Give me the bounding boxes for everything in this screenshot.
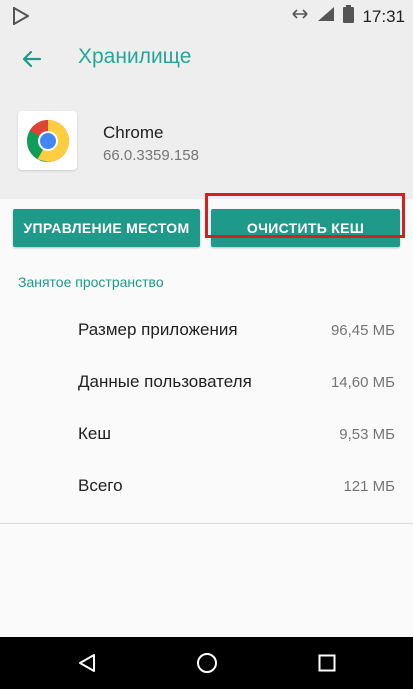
home-circle-icon[interactable] — [195, 651, 219, 675]
row-label: Размер приложения — [78, 320, 238, 339]
row-value: 9,53 МБ — [339, 426, 395, 443]
actions-bar: УПРАВЛЕНИЕ МЕСТОМ ОЧИСТИТЬ КЕШ — [0, 199, 413, 269]
app-header: Хранилище Chrome 66.0.3359.158 — [0, 31, 413, 199]
chrome-icon — [18, 111, 77, 170]
recents-square-icon[interactable] — [315, 651, 339, 675]
divider — [0, 523, 413, 524]
row-value: 121 МБ — [343, 478, 395, 495]
status-time: 17:31 — [362, 6, 405, 26]
data-arrows-icon — [291, 7, 309, 26]
row-label: Данные пользователя — [78, 372, 252, 391]
storage-row-total: Всего 121 МБ — [0, 460, 413, 512]
app-name: Chrome — [103, 123, 164, 142]
back-triangle-icon[interactable] — [75, 651, 99, 675]
row-value: 96,45 МБ — [330, 322, 395, 339]
row-value: 14,60 МБ — [330, 374, 395, 391]
play-store-icon — [13, 6, 31, 30]
storage-row-app-size: Размер приложения 96,45 МБ — [0, 304, 413, 356]
page-title: Хранилище — [78, 45, 192, 68]
row-label: Всего — [78, 476, 123, 495]
app-version: 66.0.3359.158 — [103, 147, 199, 164]
battery-icon — [343, 5, 355, 28]
storage-row-user-data: Данные пользователя 14,60 МБ — [0, 356, 413, 408]
section-title: Занятое пространство — [18, 274, 164, 290]
back-arrow-icon[interactable] — [18, 45, 46, 73]
row-label: Кеш — [78, 424, 111, 443]
storage-row-cache: Кеш 9,53 МБ — [0, 408, 413, 460]
clear-cache-button[interactable]: ОЧИСТИТЬ КЕШ — [211, 209, 400, 247]
navigation-bar — [0, 637, 413, 689]
manage-space-button[interactable]: УПРАВЛЕНИЕ МЕСТОМ — [13, 209, 200, 247]
signal-icon — [317, 6, 335, 27]
status-bar: 17:31 — [0, 0, 413, 31]
status-icons: 17:31 — [291, 5, 405, 28]
